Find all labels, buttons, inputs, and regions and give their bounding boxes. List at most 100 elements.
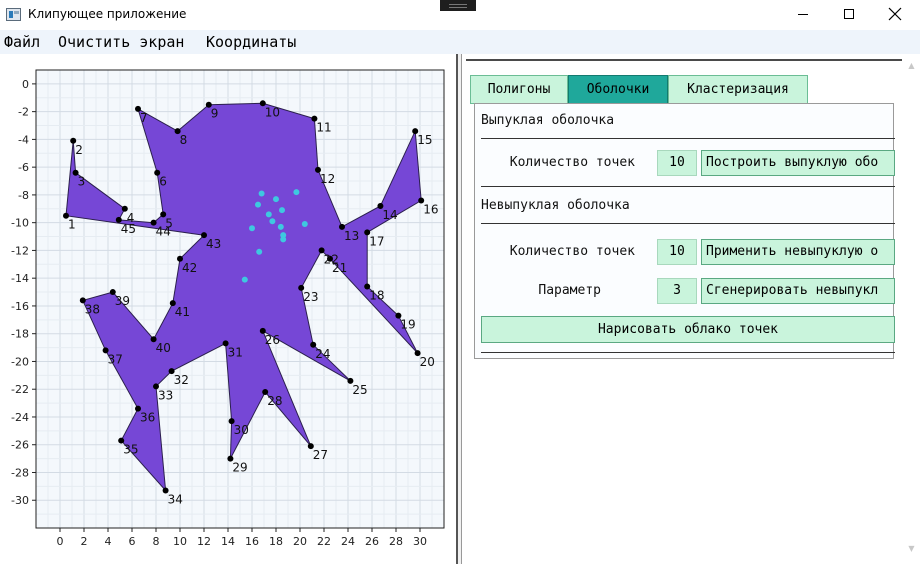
title-bar: Клипующее приложение — [0, 0, 920, 30]
x-tick-label: 12 — [197, 535, 211, 548]
x-tick-label: 6 — [129, 535, 136, 548]
x-tick-label: 18 — [269, 535, 283, 548]
vertex-label: 6 — [159, 175, 167, 189]
x-tick-label: 20 — [293, 535, 307, 548]
y-tick-label: -20 — [11, 355, 29, 368]
vertex-label: 11 — [316, 121, 331, 135]
y-tick-label: -30 — [11, 494, 29, 507]
vertex-label: 5 — [165, 216, 173, 230]
cloud-point[interactable] — [255, 201, 261, 208]
y-tick-label: -4 — [18, 133, 29, 146]
cloud-point[interactable] — [277, 223, 284, 230]
minimize-button[interactable] — [780, 0, 826, 30]
cloud-point[interactable] — [273, 196, 279, 203]
polygon-plot[interactable]: 0 2 4 6 8 10 12 14 16 18 20 22 24 26 28 300-2-4-6-8-10-… — [0, 54, 456, 564]
vertical-scrollbar[interactable]: ▲ ▼ — [903, 54, 920, 564]
x-tick-label: 30 — [413, 535, 427, 548]
vertex-label: 38 — [85, 302, 100, 316]
control-area: Полигоны Оболочки Кластеризация Выпуклая… — [466, 59, 902, 559]
app-icon — [6, 8, 21, 21]
menu-bar: Файл Очистить экран Координаты — [0, 30, 920, 54]
y-tick-label: -12 — [11, 244, 29, 257]
menu-clear-screen[interactable]: Очистить экран — [58, 33, 184, 51]
drag-handle[interactable] — [440, 0, 476, 11]
y-tick-label: -28 — [11, 466, 29, 479]
draw-point-cloud-button[interactable]: Нарисовать облако точек — [481, 316, 895, 343]
vertex-label: 33 — [158, 388, 173, 402]
x-tick-label: 0 — [57, 535, 64, 548]
y-tick-label: 0 — [22, 78, 29, 91]
tab-hulls[interactable]: Оболочки — [568, 75, 668, 104]
y-tick-label: -24 — [11, 411, 29, 424]
x-tick-label: 28 — [389, 535, 403, 548]
x-tick-label: 4 — [105, 535, 112, 548]
y-tick-label: -10 — [11, 217, 29, 230]
concave-count-input[interactable]: 10 — [657, 239, 697, 265]
y-tick-label: -22 — [11, 383, 29, 396]
maximize-icon — [844, 9, 854, 19]
close-button[interactable] — [872, 0, 918, 30]
cloud-point[interactable] — [258, 190, 265, 197]
cloud-point[interactable] — [280, 236, 287, 243]
x-tick-label: 26 — [365, 535, 379, 548]
concave-param-input[interactable]: 3 — [657, 278, 697, 304]
convex-hull-title: Выпуклая оболочка — [481, 113, 615, 128]
cloud-point[interactable] — [241, 276, 248, 283]
vertex-label: 19 — [400, 318, 415, 332]
vertex-label: 2 — [75, 143, 83, 157]
cloud-point[interactable] — [265, 211, 272, 218]
close-icon — [888, 7, 902, 21]
convex-count-label: Количество точек — [509, 155, 635, 170]
vertex-label: 28 — [267, 394, 282, 408]
vertex-label: 12 — [320, 172, 335, 186]
convex-count-input[interactable]: 10 — [657, 150, 697, 176]
tab-polygons[interactable]: Полигоны — [470, 75, 568, 104]
vertex-label: 24 — [315, 347, 330, 361]
cloud-point[interactable] — [279, 207, 285, 214]
vertex-label: 14 — [382, 208, 397, 222]
y-tick-label: -8 — [18, 189, 29, 202]
vertex-label: 26 — [265, 333, 280, 347]
vertex-label: 22 — [324, 252, 339, 266]
cloud-point[interactable] — [293, 189, 300, 196]
y-tick-label: -26 — [11, 439, 29, 452]
vertex-label: 45 — [121, 222, 136, 236]
cloud-point[interactable] — [256, 248, 263, 255]
y-tick-label: -2 — [18, 106, 29, 119]
y-tick-label: -6 — [18, 161, 29, 174]
vertex-label: 42 — [182, 261, 197, 275]
apply-concave-hull-button[interactable]: Применить невыпуклую о — [701, 239, 895, 265]
y-tick-label: -16 — [11, 300, 29, 313]
cloud-point[interactable] — [249, 225, 255, 232]
hulls-tab-panel: Выпуклая оболочка Количество точек 10 По… — [474, 103, 895, 359]
concave-param-label: Параметр — [538, 283, 601, 298]
vertex-label: 36 — [140, 411, 155, 425]
cloud-point[interactable] — [301, 221, 308, 228]
cloud-point[interactable] — [269, 218, 276, 225]
vertex-label: 31 — [228, 345, 243, 359]
vertex-label: 29 — [232, 461, 247, 475]
vertex-label: 35 — [123, 443, 138, 457]
scroll-down-icon[interactable]: ▼ — [903, 542, 920, 556]
scroll-up-icon[interactable]: ▲ — [903, 59, 920, 73]
plot-pane[interactable]: 0 2 4 6 8 10 12 14 16 18 20 22 24 26 28 30 0 -2 -4 -6 -8 -10-… — [0, 54, 456, 564]
window-title: Клипующее приложение — [28, 7, 187, 21]
x-tick-label: 16 — [245, 535, 259, 548]
y-tick-label: -18 — [11, 328, 29, 341]
vertex-label: 39 — [115, 294, 130, 308]
menu-file[interactable]: Файл — [4, 33, 40, 51]
concave-count-label: Количество точек — [509, 244, 635, 259]
vertex-label: 17 — [369, 234, 384, 248]
vertex-label: 37 — [108, 352, 123, 366]
tab-clustering[interactable]: Кластеризация — [668, 75, 808, 104]
maximize-button[interactable] — [826, 0, 872, 30]
generate-concave-hull-button[interactable]: Сгенерировать невыпукл — [701, 278, 895, 304]
x-tick-label: 22 — [317, 535, 331, 548]
vertex-label: 16 — [423, 202, 438, 216]
menu-coordinates[interactable]: Координаты — [206, 33, 296, 51]
concave-hull-title: Невыпуклая оболочка — [481, 198, 630, 213]
vertex-label: 9 — [211, 107, 219, 121]
build-convex-hull-button[interactable]: Построить выпуклую обо — [701, 150, 895, 176]
divider — [481, 138, 895, 139]
vertex-label: 18 — [369, 289, 384, 303]
